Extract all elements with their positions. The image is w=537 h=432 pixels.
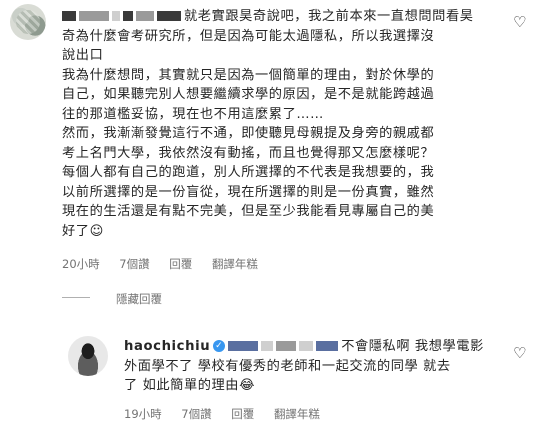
comment-time: 20小時 <box>62 257 100 271</box>
translate-button[interactable]: 翻譯年糕 <box>274 407 320 421</box>
reply-time: 19小時 <box>124 407 162 421</box>
comment-line: 每個人都有自己的跑道，別人所選擇的不代表是我想要的，我 <box>62 165 435 180</box>
reply-line: 外面學不了 學校有優秀的老師和一起交流的同學 就去 <box>124 358 451 374</box>
comment-line: 以前所選擇的是一份盲從，現在所選擇的則是一份真實，雖然 <box>62 184 435 200</box>
comment-line: 然而，我漸漸發覺這行不通，即使聽見母親提及身旁的親戚都 <box>62 126 435 141</box>
comment-line: 說出口 <box>62 48 104 63</box>
comment-meta: 20小時 7個讚 回覆 翻譯年糕 <box>62 256 274 272</box>
commenter-avatar[interactable] <box>10 4 46 40</box>
censored-mention <box>299 341 314 351</box>
like-count[interactable]: 7個讚 <box>181 407 211 421</box>
comment-line: 自己，如果聽完別人想要繼續求學的原因，是不是就能跨越過 <box>62 87 435 102</box>
reply-avatar[interactable] <box>68 336 108 376</box>
reply-line: haochichiu ✓ 不會隱私啊 我想學電影 <box>124 339 484 354</box>
comment-line: 好了☺ <box>62 223 104 239</box>
heart-icon[interactable]: ♡ <box>513 13 526 31</box>
censored-username <box>62 11 76 21</box>
comment-line: 就老實跟昊奇說吧，我之前本來一直想問問看昊 <box>62 7 502 27</box>
censored-username <box>136 11 154 21</box>
verified-badge-icon: ✓ <box>213 340 226 352</box>
censored-mention <box>316 341 339 351</box>
divider <box>62 297 90 298</box>
like-count[interactable]: 7個讚 <box>119 257 149 271</box>
reply-line: 了 如此簡單的理由😂 <box>124 378 256 393</box>
reply-username[interactable]: haochichiu <box>124 339 210 354</box>
censored-username <box>157 11 181 21</box>
reply-meta: 19小時 7個讚 回覆 翻譯年糕 <box>124 406 336 422</box>
comment-body: 就老實跟昊奇說吧，我之前本來一直想問問看昊 奇為什麼會考研究所，但是因為可能太過… <box>62 7 502 241</box>
reply-body: haochichiu ✓ 不會隱私啊 我想學電影 外面學不了 學校有優秀的老師和一起… <box>124 337 504 396</box>
hide-replies-button[interactable]: 隱藏回覆 <box>116 291 162 307</box>
censored-mention <box>261 341 274 351</box>
reply-button[interactable]: 回覆 <box>169 257 192 271</box>
censored-username <box>123 11 133 21</box>
comment-line: 考上名門大學，我依然沒有動搖，而且也覺得那又怎麼樣呢？ <box>62 145 435 161</box>
censored-username <box>79 11 109 21</box>
comment-line: 奇為什麼會考研究所，但是因為可能太過隱私，所以我選擇沒 <box>62 28 435 44</box>
heart-icon[interactable]: ♡ <box>513 344 526 362</box>
comment-line: 往的那道檻妥協，現在也不用這麼累了…… <box>62 106 324 122</box>
censored-mention <box>276 341 297 351</box>
comment-line: 現在的生活還是有點不完美，但是至少我能看見專屬自己的美 <box>62 204 435 219</box>
censored-mention <box>228 341 259 351</box>
translate-button[interactable]: 翻譯年糕 <box>212 257 258 271</box>
comment-line: 我為什麼想問，其實就只是因為一個簡單的理由，對於休學的 <box>62 67 435 83</box>
reply-button[interactable]: 回覆 <box>231 407 254 421</box>
censored-username <box>112 11 120 21</box>
